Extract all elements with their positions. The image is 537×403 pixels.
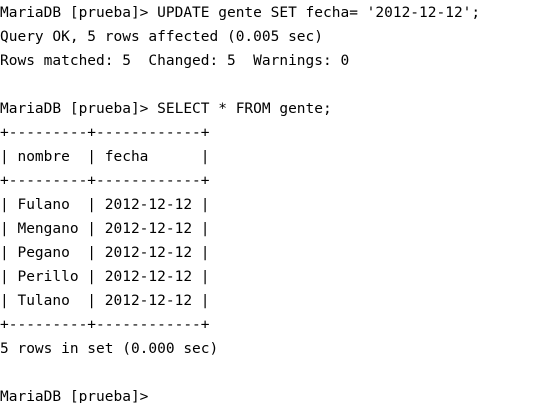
query-ok-message: Query OK, 5 rows affected (0.005 sec) — [0, 29, 324, 45]
rows-matched-message: Rows matched: 5 Changed: 5 Warnings: 0 — [0, 53, 350, 69]
table-header-row: | nombre | fecha | — [0, 149, 210, 165]
table-border-top: +---------+------------+ — [0, 125, 210, 141]
table-row: | Perillo | 2012-12-12 | — [0, 269, 210, 285]
table-border-bottom: +---------+------------+ — [0, 317, 210, 333]
select-command-line: MariaDB [prueba]> SELECT * FROM gente; — [0, 101, 332, 117]
table-row: | Tulano | 2012-12-12 | — [0, 293, 210, 309]
rows-in-set-message: 5 rows in set (0.000 sec) — [0, 341, 219, 357]
command-prompt[interactable]: MariaDB [prueba]> — [0, 385, 537, 403]
table-row: | Mengano | 2012-12-12 | — [0, 221, 210, 237]
terminal-window[interactable]: MariaDB [prueba]> UPDATE gente SET fecha… — [0, 0, 537, 403]
update-command-line: MariaDB [prueba]> UPDATE gente SET fecha… — [0, 5, 481, 21]
table-row: | Fulano | 2012-12-12 | — [0, 197, 210, 213]
table-border-header: +---------+------------+ — [0, 173, 210, 189]
table-row: | Pegano | 2012-12-12 | — [0, 245, 210, 261]
